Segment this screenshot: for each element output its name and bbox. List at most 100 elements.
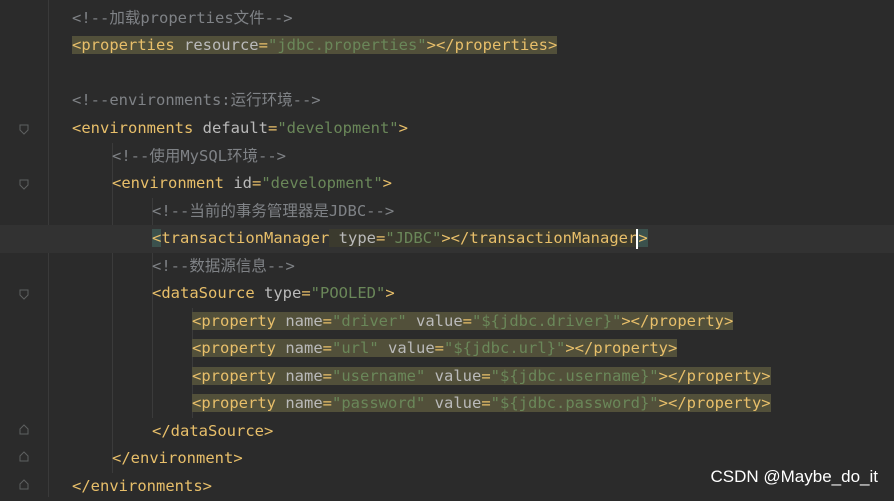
code-token: > xyxy=(382,174,393,192)
code-token: = xyxy=(301,284,311,302)
code-editor[interactable]: <!--加载properties文件--> <properties resourc… xyxy=(0,0,894,497)
code-token: id xyxy=(233,174,252,192)
code-token: = xyxy=(376,229,386,247)
code-token: ></properties> xyxy=(426,36,558,54)
code-token: </environment> xyxy=(112,449,243,467)
code-token: = xyxy=(267,119,278,137)
code-line[interactable]: <!--environments:运行环境--> xyxy=(0,87,894,115)
code-token: = xyxy=(434,339,445,357)
code-token: = xyxy=(258,36,268,54)
code-line[interactable]: <dataSource type="POOLED"> xyxy=(0,280,894,308)
code-line[interactable]: <environments default="development"> xyxy=(0,115,894,143)
code-token: </environments> xyxy=(72,477,212,495)
code-line-text: </dataSource> xyxy=(152,418,273,446)
code-token: value xyxy=(434,367,482,385)
code-line[interactable]: <!--当前的事务管理器是JDBC--> xyxy=(0,198,894,226)
code-line-text: <property name="driver" value="${jdbc.dr… xyxy=(192,308,734,336)
code-line[interactable]: </dataSource> xyxy=(0,418,894,446)
code-line-text: <property name="password" value="${jdbc.… xyxy=(192,390,771,418)
code-token: ></property> xyxy=(658,367,771,385)
code-token: "password" xyxy=(332,394,435,412)
code-line-text: <dataSource type="POOLED"> xyxy=(152,280,395,308)
code-token: type xyxy=(329,229,376,247)
code-line[interactable]: <environment id="development"> xyxy=(0,170,894,198)
code-line[interactable]: <!--数据源信息--> xyxy=(0,253,894,281)
code-line[interactable]: <property name="driver" value="${jdbc.dr… xyxy=(0,308,894,336)
code-line-text: <environment id="development"> xyxy=(112,170,392,198)
code-line-text: <!--使用MySQL环境--> xyxy=(112,143,286,171)
code-line-text: </environment> xyxy=(112,445,243,473)
code-line-text: <!--environments:运行环境--> xyxy=(72,87,321,115)
code-line[interactable]: <transactionManager type="JDBC"></transa… xyxy=(0,225,894,253)
code-token: ></ xyxy=(441,229,470,247)
code-token: transactionManager xyxy=(469,229,638,247)
code-token: "${jdbc.url}" xyxy=(444,339,566,357)
code-token: = xyxy=(462,312,473,330)
code-token: ></property> xyxy=(658,394,771,412)
code-token: > xyxy=(385,284,395,302)
code-token: = xyxy=(481,394,491,412)
code-token: type xyxy=(263,284,302,302)
code-token: > xyxy=(398,119,408,137)
code-token: <environment xyxy=(112,174,234,192)
code-line[interactable]: <properties resource="jdbc.properties"><… xyxy=(0,32,894,60)
code-token: "${jdbc.username}" xyxy=(490,367,659,385)
code-token: "${jdbc.password}" xyxy=(490,394,659,412)
code-line-text: <!--加载properties文件--> xyxy=(72,5,293,33)
code-token: </dataSource> xyxy=(152,422,274,440)
code-token: ></property> xyxy=(565,339,678,357)
code-token: name xyxy=(285,339,323,357)
code-line-text: <property name="username" value="${jdbc.… xyxy=(192,363,771,391)
code-token: "driver" xyxy=(332,312,416,330)
code-token: < xyxy=(152,229,162,247)
code-token: name xyxy=(285,394,323,412)
code-token: <!--environments:运行环境--> xyxy=(72,91,321,109)
code-token: ></property> xyxy=(621,312,734,330)
code-token: "POOLED" xyxy=(310,284,386,302)
code-token: "url" xyxy=(332,339,388,357)
code-token: "JDBC" xyxy=(385,229,442,247)
code-token: value xyxy=(388,339,435,357)
code-token: <!--使用MySQL环境--> xyxy=(112,147,286,165)
code-line[interactable]: <property name="url" value="${jdbc.url}"… xyxy=(0,335,894,363)
code-token: <!--当前的事务管理器是JDBC--> xyxy=(152,202,395,220)
code-token: > xyxy=(638,229,648,247)
code-token: <property xyxy=(192,394,286,412)
code-token: = xyxy=(322,367,332,385)
code-line-text: <properties resource="jdbc.properties"><… xyxy=(72,32,558,60)
code-token: value xyxy=(434,394,482,412)
code-token: = xyxy=(252,174,262,192)
code-token: value xyxy=(416,312,463,330)
code-line-text: <!--数据源信息--> xyxy=(152,253,295,281)
code-token: "development" xyxy=(261,174,383,192)
code-token: transactionManager xyxy=(161,229,330,247)
code-line-text: </environments> xyxy=(72,473,212,501)
code-token: <property xyxy=(192,312,286,330)
code-token: default xyxy=(202,119,268,137)
code-token: "development" xyxy=(277,119,399,137)
code-token: = xyxy=(481,367,491,385)
code-line[interactable]: <property name="username" value="${jdbc.… xyxy=(0,363,894,391)
code-line-text: <environments default="development"> xyxy=(72,115,408,143)
code-token: = xyxy=(322,394,332,412)
code-line[interactable]: <!--加载properties文件--> xyxy=(0,5,894,33)
code-line[interactable]: <!--使用MySQL环境--> xyxy=(0,143,894,171)
code-line-text: <!--当前的事务管理器是JDBC--> xyxy=(152,198,394,226)
watermark: CSDN @Maybe_do_it xyxy=(710,467,879,486)
code-token: <property xyxy=(192,339,286,357)
code-line-text: <property name="url" value="${jdbc.url}"… xyxy=(192,335,678,363)
code-token: <!--加载properties文件--> xyxy=(72,9,293,27)
code-token: = xyxy=(322,339,332,357)
code-line-text: <transactionManager type="JDBC"></transa… xyxy=(152,225,648,253)
code-token: = xyxy=(322,312,332,330)
code-line[interactable] xyxy=(0,60,894,88)
code-line[interactable]: <property name="password" value="${jdbc.… xyxy=(0,390,894,418)
code-token: <environments xyxy=(72,119,203,137)
code-token: <dataSource xyxy=(152,284,264,302)
code-token: "jdbc.properties" xyxy=(267,36,427,54)
code-token: "${jdbc.driver}" xyxy=(472,312,622,330)
code-token: resource xyxy=(183,36,259,54)
code-token: <!--数据源信息--> xyxy=(152,257,295,275)
code-token: "username" xyxy=(332,367,435,385)
code-token: <property xyxy=(192,367,286,385)
